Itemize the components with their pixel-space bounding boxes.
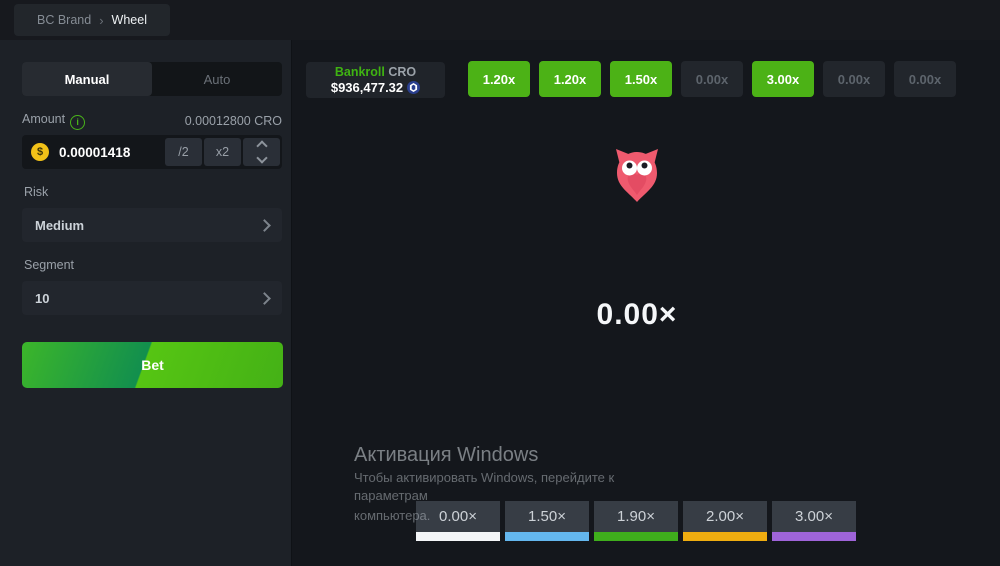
payout-color-bar <box>416 532 500 541</box>
payout-segment: 1.90× <box>594 501 678 541</box>
chevron-up-icon[interactable] <box>256 140 267 151</box>
bankroll-display[interactable]: Bankroll CRO $936,477.32 <box>306 62 445 98</box>
payout-segment: 2.00× <box>683 501 767 541</box>
segment-label: Segment <box>24 258 74 272</box>
history-result-button[interactable]: 1.20x <box>468 61 530 97</box>
breadcrumb-separator-icon: › <box>99 13 103 28</box>
risk-value: Medium <box>35 218 84 233</box>
bankroll-title-row: Bankroll CRO <box>335 65 416 80</box>
history-result-button[interactable]: 0.00x <box>681 61 743 97</box>
payout-label: 2.00× <box>683 501 767 532</box>
chevron-right-icon <box>258 219 271 232</box>
bankroll-amount: $936,477.32 <box>331 80 403 96</box>
risk-select[interactable]: Medium <box>22 208 282 242</box>
history-result-button[interactable]: 1.50x <box>610 61 672 97</box>
chevron-right-icon <box>258 292 271 305</box>
payout-segment: 0.00× <box>416 501 500 541</box>
result-history-bar: 1.20x 1.20x 1.50x 0.00x 3.00x 0.00x 0.00… <box>468 61 956 97</box>
tab-manual[interactable]: Manual <box>22 62 152 96</box>
segment-value: 10 <box>35 291 49 306</box>
history-result-button[interactable]: 0.00x <box>823 61 885 97</box>
breadcrumb: BC Brand › Wheel <box>14 4 170 36</box>
payout-label: 3.00× <box>772 501 856 532</box>
history-label: 1.50x <box>625 72 658 87</box>
payout-color-bar <box>772 532 856 541</box>
amount-stepper[interactable] <box>243 138 280 166</box>
chevron-down-icon[interactable] <box>256 152 267 163</box>
bet-button[interactable]: Bet <box>22 342 283 388</box>
payout-label: 1.90× <box>594 501 678 532</box>
payout-legend: 0.00× 1.50× 1.90× 2.00× 3.00× <box>416 501 856 541</box>
history-label: 0.00x <box>909 72 942 87</box>
payout-segment: 1.50× <box>505 501 589 541</box>
breadcrumb-brand-link[interactable]: BC Brand <box>37 13 91 27</box>
history-label: 0.00x <box>696 72 729 87</box>
amount-label: Amounti <box>22 112 85 130</box>
owl-mascot-icon <box>615 148 659 207</box>
tab-auto[interactable]: Auto <box>152 62 282 96</box>
wheel-game-app: BC Brand › Wheel Manual Auto Amounti 0.0… <box>0 0 1000 566</box>
payout-segment: 3.00× <box>772 501 856 541</box>
wallet-balance: 0.00012800 CRO <box>185 114 282 128</box>
payout-label: 0.00× <box>416 501 500 532</box>
history-label: 3.00x <box>767 72 800 87</box>
cro-coin-icon <box>407 81 420 94</box>
breadcrumb-current-page: Wheel <box>112 13 147 27</box>
payout-color-bar <box>505 532 589 541</box>
double-bet-button[interactable]: x2 <box>204 138 241 166</box>
history-result-button[interactable]: 0.00x <box>894 61 956 97</box>
bankroll-title: Bankroll <box>335 65 385 79</box>
amount-input-group: $ /2 x2 <box>22 135 282 169</box>
amount-input[interactable] <box>57 144 163 161</box>
history-label: 1.20x <box>554 72 587 87</box>
payout-color-bar <box>683 532 767 541</box>
coin-dollar-icon: $ <box>31 143 49 161</box>
mode-tabbar: Manual Auto <box>22 62 282 96</box>
history-result-button[interactable]: 1.20x <box>539 61 601 97</box>
payout-label: 1.50× <box>505 501 589 532</box>
payout-color-bar <box>594 532 678 541</box>
half-bet-button[interactable]: /2 <box>165 138 202 166</box>
bet-controls-sidebar: Manual Auto Amounti 0.00012800 CRO $ /2 … <box>0 40 292 566</box>
bankroll-amount-row: $936,477.32 <box>331 80 420 96</box>
history-label: 0.00x <box>838 72 871 87</box>
amount-header: Amounti 0.00012800 CRO <box>22 112 282 130</box>
history-result-button[interactable]: 3.00x <box>752 61 814 97</box>
game-panel: Bankroll CRO $936,477.32 1.20x 1.20x 1.5… <box>292 40 1000 566</box>
segment-select[interactable]: 10 <box>22 281 282 315</box>
current-multiplier: 0.00× <box>597 298 678 332</box>
info-icon: i <box>70 115 85 130</box>
risk-label: Risk <box>24 185 48 199</box>
bankroll-currency: CRO <box>388 65 416 79</box>
history-label: 1.20x <box>483 72 516 87</box>
